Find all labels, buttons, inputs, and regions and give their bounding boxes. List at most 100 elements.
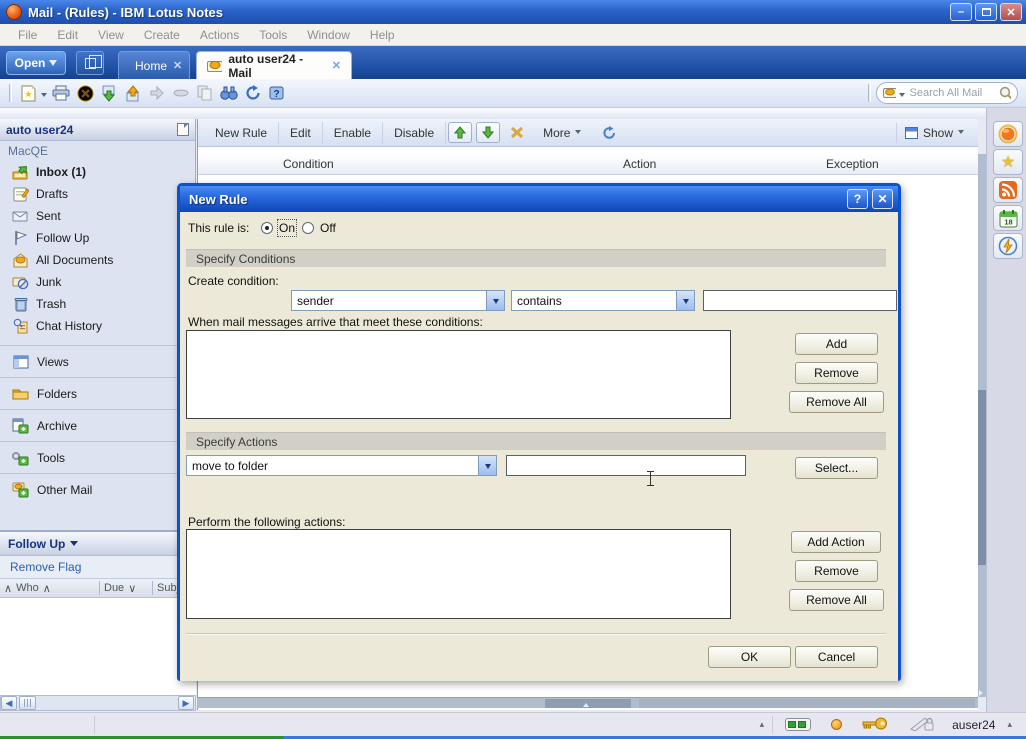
logged-in-user[interactable]: auser24: [944, 718, 999, 732]
menu-view[interactable]: View: [88, 26, 134, 44]
menu-window[interactable]: Window: [297, 26, 360, 44]
scroll-thumb[interactable]: [19, 696, 36, 710]
menu-help[interactable]: Help: [360, 26, 405, 44]
window-switcher-button[interactable]: [76, 51, 104, 75]
sidebar-section-other-mail[interactable]: Other Mail: [0, 473, 196, 505]
edit-mode-indicator[interactable]: [900, 716, 944, 734]
menu-actions[interactable]: Actions: [190, 26, 249, 44]
remove-condition-button[interactable]: Remove: [795, 362, 878, 384]
move-up-button[interactable]: [448, 122, 472, 143]
scroll-left-button[interactable]: ◀: [1, 696, 17, 710]
search-input[interactable]: [910, 87, 996, 99]
refresh-view-button[interactable]: [596, 122, 622, 143]
combo-caret-icon[interactable]: [486, 291, 504, 310]
sidebar-item-inbox[interactable]: Inbox (1): [0, 161, 195, 183]
delete-rule-button[interactable]: [504, 122, 530, 143]
network-status-indicator[interactable]: [773, 718, 823, 731]
column-due[interactable]: Due ∨: [100, 582, 152, 595]
sametime-contacts-button[interactable]: [993, 121, 1023, 147]
sametime-meetings-button[interactable]: [993, 233, 1023, 259]
condition-value-input[interactable]: [703, 290, 897, 311]
remove-all-conditions-button[interactable]: Remove All: [789, 391, 884, 413]
receive-mail-button[interactable]: [98, 83, 120, 103]
cancel-button[interactable]: Cancel: [795, 646, 878, 668]
move-down-button[interactable]: [476, 122, 500, 143]
search-scope-caret-icon[interactable]: [899, 93, 905, 100]
calendar-button[interactable]: 18: [993, 205, 1023, 231]
sidebar-item-chat-history[interactable]: Chat History: [0, 315, 195, 337]
sidebar-section-folders[interactable]: Folders: [0, 377, 196, 409]
more-button[interactable]: More: [532, 122, 594, 144]
menu-tools[interactable]: Tools: [249, 26, 297, 44]
tab-mail-active[interactable]: auto user24 - Mail ✕: [196, 51, 352, 79]
user-menu-caret-icon[interactable]: ▴: [999, 719, 1026, 730]
minimize-button[interactable]: –: [950, 3, 972, 21]
add-action-button[interactable]: Add Action: [791, 531, 881, 553]
search-box[interactable]: [876, 82, 1018, 104]
combo-caret-icon[interactable]: [478, 456, 496, 475]
scroll-right-button[interactable]: ▶: [178, 696, 194, 710]
search-grip[interactable]: [868, 84, 871, 102]
sidebar-horizontal-scrollbar[interactable]: ◀ ▶: [0, 695, 196, 711]
enable-rule-button[interactable]: Enable: [323, 122, 383, 144]
condition-field-select[interactable]: sender: [291, 290, 505, 311]
tab-home[interactable]: Home ✕: [118, 51, 190, 79]
dialog-close-button[interactable]: ✕: [872, 189, 893, 209]
add-condition-button[interactable]: Add: [795, 333, 878, 355]
print-button[interactable]: [50, 83, 72, 103]
column-who[interactable]: ∧ Who ∧: [0, 582, 99, 595]
stop-button[interactable]: [74, 83, 96, 103]
edit-rule-button[interactable]: Edit: [279, 122, 323, 144]
disable-rule-button[interactable]: Disable: [383, 122, 446, 144]
menu-file[interactable]: File: [8, 26, 47, 44]
bottom-splitter-thumb[interactable]: [545, 699, 631, 708]
remove-action-button[interactable]: Remove: [795, 560, 878, 582]
sidebar-section-views[interactable]: Views: [0, 345, 196, 377]
remove-all-actions-button[interactable]: Remove All: [789, 589, 884, 611]
new-rule-button[interactable]: New Rule: [204, 122, 279, 144]
rule-off-radio[interactable]: [302, 222, 314, 234]
column-exception[interactable]: Exception: [826, 157, 879, 171]
rule-off-label[interactable]: Off: [320, 221, 336, 235]
sidebar-item-trash[interactable]: Trash: [0, 293, 195, 315]
panel-switch-icon[interactable]: [177, 123, 189, 136]
sidebar-section-archive[interactable]: Archive: [0, 409, 196, 441]
combo-caret-icon[interactable]: [676, 291, 694, 310]
favorites-button[interactable]: ★: [993, 149, 1023, 175]
preview-splitter[interactable]: [978, 154, 986, 697]
open-button[interactable]: Open: [6, 51, 66, 75]
feeds-button[interactable]: [993, 177, 1023, 203]
actions-listbox[interactable]: [186, 529, 731, 619]
splitter-thumb[interactable]: [978, 390, 986, 565]
send-mail-button[interactable]: [122, 83, 144, 103]
bottom-splitter[interactable]: [197, 697, 978, 708]
menu-create[interactable]: Create: [134, 26, 190, 44]
find-button[interactable]: [218, 83, 240, 103]
rule-on-label[interactable]: On: [279, 221, 295, 235]
restore-button[interactable]: [975, 3, 997, 21]
conditions-listbox[interactable]: [186, 330, 731, 419]
sidebar-item-sent[interactable]: Sent: [0, 205, 195, 227]
sidebar-section-tools[interactable]: Tools: [0, 441, 196, 473]
window-close-button[interactable]: ✕: [1000, 3, 1022, 21]
dialog-title-bar[interactable]: New Rule ? ✕: [180, 186, 898, 212]
condition-operator-select[interactable]: contains: [511, 290, 695, 311]
tab-home-close-icon[interactable]: ✕: [173, 59, 182, 72]
sidebar-item-drafts[interactable]: Drafts: [0, 183, 195, 205]
help-button[interactable]: ?: [266, 83, 288, 103]
refresh-button[interactable]: [242, 83, 264, 103]
follow-up-list[interactable]: [0, 598, 196, 690]
sidebar-item-all-documents[interactable]: All Documents: [0, 249, 195, 271]
tab-mail-close-icon[interactable]: ✕: [332, 59, 341, 72]
ok-button[interactable]: OK: [708, 646, 791, 668]
action-type-select[interactable]: move to folder: [186, 455, 497, 476]
search-icon[interactable]: [999, 86, 1012, 101]
remove-flag-action[interactable]: Remove Flag: [0, 556, 196, 579]
show-button[interactable]: Show: [896, 123, 974, 143]
sidebar-item-follow-up[interactable]: Follow Up: [0, 227, 195, 249]
toolbar-grip[interactable]: [9, 84, 12, 102]
select-folder-button[interactable]: Select...: [795, 457, 878, 479]
security-key-indicator[interactable]: [850, 717, 900, 733]
menu-edit[interactable]: Edit: [47, 26, 88, 44]
presence-indicator[interactable]: [823, 719, 850, 730]
